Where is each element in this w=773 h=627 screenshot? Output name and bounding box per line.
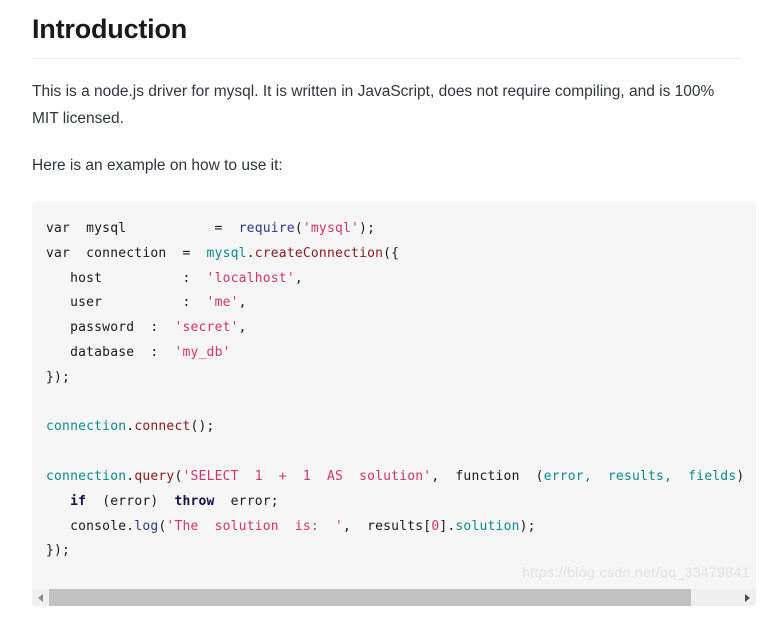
code-token-plain: (error) xyxy=(86,493,175,509)
code-token-kw-b: if xyxy=(70,493,87,509)
code-token-str: 'SELECT 1 + 1 AS solution' xyxy=(182,468,432,484)
code-token-teal: mysql xyxy=(206,245,247,261)
code-token-str: 'my_db' xyxy=(174,344,231,360)
code-token-plain: var connection = xyxy=(46,245,207,261)
code-line: password : 'secret', xyxy=(46,316,756,341)
code-token-plain: , function ( xyxy=(431,468,544,484)
code-token-plain: ( xyxy=(294,221,303,236)
code-token-str: 'secret' xyxy=(174,320,239,336)
code-token-fn-red: connect xyxy=(134,419,191,435)
scroll-left-arrow-icon[interactable] xyxy=(32,589,49,606)
code-token-plain: , results[ xyxy=(343,518,432,534)
code-token-plain: user : xyxy=(46,295,207,311)
page-title: Introduction xyxy=(32,14,188,44)
code-token-plain: ({ xyxy=(383,245,400,261)
code-token-plain: }); xyxy=(46,369,71,385)
code-token-str: 'The solution is: ' xyxy=(166,518,344,534)
code-line: database : 'my_db' xyxy=(46,341,756,366)
code-token-plain: database : xyxy=(46,344,175,360)
code-token-plain: ]. xyxy=(439,518,456,534)
code-token-plain: host : xyxy=(46,270,207,286)
code-token-plain: ) xyxy=(736,468,745,484)
code-line: if (error) throw error; xyxy=(46,490,756,515)
code-content: var mysql = require('mysql'); var connect… xyxy=(32,201,756,606)
code-token-fn-red: createConnection xyxy=(254,245,384,261)
code-token-fn-blue: require xyxy=(238,221,295,236)
code-token-teal: solution xyxy=(455,518,520,534)
code-token-fn-red: query xyxy=(134,468,175,484)
code-token-plain: (); xyxy=(190,419,215,435)
scrollbar-thumb[interactable] xyxy=(49,589,691,606)
scrollbar-track[interactable] xyxy=(49,589,739,606)
code-token-teal: connection xyxy=(46,468,127,484)
code-token-teal: connection xyxy=(46,419,127,435)
code-line: connection.connect(); xyxy=(46,415,756,440)
code-token-str: 'localhost' xyxy=(206,270,295,286)
code-line: console.log('The solution is: ', results… xyxy=(46,515,756,540)
intro-paragraph: This is a node.js driver for mysql. It i… xyxy=(32,83,715,127)
code-token-plain: . xyxy=(246,245,255,261)
code-line: user : 'me', xyxy=(46,291,756,316)
code-block[interactable]: var mysql = require('mysql'); var connect… xyxy=(32,201,756,606)
code-token-plain: , xyxy=(238,295,247,311)
code-token-plain: ); xyxy=(359,221,376,236)
code-line: }); xyxy=(46,366,756,391)
code-token-teal: error, results, fields xyxy=(543,468,737,484)
code-token-plain: , xyxy=(238,320,247,336)
code-token-fn-blue: log xyxy=(134,518,159,534)
code-token-plain: console. xyxy=(46,518,135,534)
code-line: host : 'localhost', xyxy=(46,267,756,292)
article-page: Introduction This is a node.js driver fo… xyxy=(0,0,773,627)
code-token-str: 'mysql' xyxy=(302,221,360,236)
code-token-str: 'me' xyxy=(206,295,239,311)
code-token-plain: var mysql = xyxy=(46,221,239,236)
horizontal-scrollbar[interactable] xyxy=(32,589,756,606)
code-line: }); xyxy=(46,539,756,564)
example-lead-paragraph: Here is an example on how to use it: xyxy=(32,157,283,174)
code-token-plain: ); xyxy=(519,518,536,534)
code-line: var mysql = require('mysql'); xyxy=(46,217,756,242)
code-line: var connection = mysql.createConnection(… xyxy=(46,242,756,267)
code-token-plain: , xyxy=(294,270,303,286)
code-token-plain: error; xyxy=(214,493,279,509)
scroll-right-arrow-icon[interactable] xyxy=(739,589,756,606)
code-token-kw-b: throw xyxy=(174,493,215,509)
code-token-plain: }); xyxy=(46,543,71,559)
code-token-plain: password : xyxy=(46,320,175,336)
code-line: connection.query('SELECT 1 + 1 AS soluti… xyxy=(46,465,756,490)
